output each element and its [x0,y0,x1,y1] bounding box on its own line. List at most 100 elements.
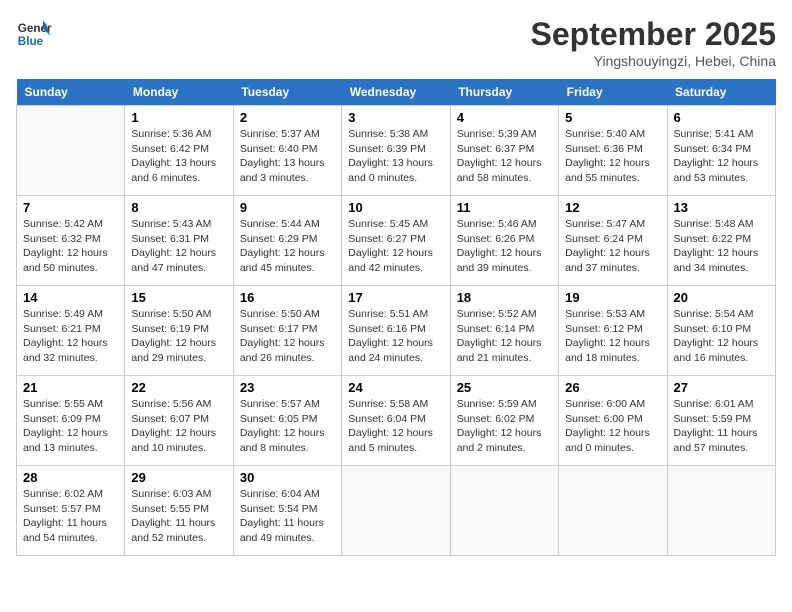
calendar-cell: 25 Sunrise: 5:59 AMSunset: 6:02 PMDayligh… [450,376,558,466]
date-number: 23 [240,380,335,395]
cell-details: Sunrise: 5:52 AMSunset: 6:14 PMDaylight:… [457,307,552,366]
cell-details: Sunrise: 5:41 AMSunset: 6:34 PMDaylight:… [674,127,769,186]
cell-details: Sunrise: 5:53 AMSunset: 6:12 PMDaylight:… [565,307,660,366]
day-header-thursday: Thursday [450,79,558,106]
cell-details: Sunrise: 5:36 AMSunset: 6:42 PMDaylight:… [131,127,226,186]
day-header-sunday: Sunday [17,79,125,106]
calendar-cell: 16 Sunrise: 5:50 AMSunset: 6:17 PMDayligh… [233,286,341,376]
cell-details: Sunrise: 5:43 AMSunset: 6:31 PMDaylight:… [131,217,226,276]
cell-details: Sunrise: 5:56 AMSunset: 6:07 PMDaylight:… [131,397,226,456]
calendar-cell [17,106,125,196]
day-header-saturday: Saturday [667,79,775,106]
cell-details: Sunrise: 5:44 AMSunset: 6:29 PMDaylight:… [240,217,335,276]
calendar-cell: 12 Sunrise: 5:47 AMSunset: 6:24 PMDayligh… [559,196,667,286]
date-number: 1 [131,110,226,125]
date-number: 21 [23,380,118,395]
date-number: 28 [23,470,118,485]
calendar-cell: 3Sunrise: 5:38 AMSunset: 6:39 PMDaylight… [342,106,450,196]
calendar-cell: 22 Sunrise: 5:56 AMSunset: 6:07 PMDayligh… [125,376,233,466]
location-subtitle: Yingshouyingzi, Hebei, China [531,53,776,69]
date-number: 2 [240,110,335,125]
cell-details: Sunrise: 5:57 AMSunset: 6:05 PMDaylight:… [240,397,335,456]
date-number: 11 [457,200,552,215]
calendar-cell: 8Sunrise: 5:43 AMSunset: 6:31 PMDaylight… [125,196,233,286]
date-number: 24 [348,380,443,395]
date-number: 20 [674,290,769,305]
date-number: 5 [565,110,660,125]
calendar-cell: 26 Sunrise: 6:00 AMSunset: 6:00 PMDayligh… [559,376,667,466]
week-row-5: 28 Sunrise: 6:02 AMSunset: 5:57 PMDayligh… [17,466,776,556]
calendar-cell: 21Sunrise: 5:55 AMSunset: 6:09 PMDayligh… [17,376,125,466]
calendar-cell: 11Sunrise: 5:46 AMSunset: 6:26 PMDayligh… [450,196,558,286]
date-number: 25 [457,380,552,395]
cell-details: Sunrise: 6:04 AMSunset: 5:54 PMDaylight:… [240,487,335,546]
date-number: 22 [131,380,226,395]
cell-details: Sunrise: 6:00 AMSunset: 6:00 PMDaylight:… [565,397,660,456]
calendar-cell: 7Sunrise: 5:42 AMSunset: 6:32 PMDaylight… [17,196,125,286]
calendar-cell: 15 Sunrise: 5:50 AMSunset: 6:19 PMDayligh… [125,286,233,376]
date-number: 4 [457,110,552,125]
calendar-cell: 27 Sunrise: 6:01 AMSunset: 5:59 PMDayligh… [667,376,775,466]
date-number: 15 [131,290,226,305]
date-number: 30 [240,470,335,485]
date-number: 12 [565,200,660,215]
calendar-cell: 18Sunrise: 5:52 AMSunset: 6:14 PMDayligh… [450,286,558,376]
calendar-cell: 6Sunrise: 5:41 AMSunset: 6:34 PMDaylight… [667,106,775,196]
date-number: 27 [674,380,769,395]
cell-details: Sunrise: 5:54 AMSunset: 6:10 PMDaylight:… [674,307,769,366]
cell-details: Sunrise: 5:49 AMSunset: 6:21 PMDaylight:… [23,307,118,366]
week-row-3: 14 Sunrise: 5:49 AMSunset: 6:21 PMDayligh… [17,286,776,376]
calendar-cell: 14 Sunrise: 5:49 AMSunset: 6:21 PMDayligh… [17,286,125,376]
calendar-cell: 19 Sunrise: 5:53 AMSunset: 6:12 PMDayligh… [559,286,667,376]
title-section: September 2025 Yingshouyingzi, Hebei, Ch… [531,16,776,69]
date-number: 13 [674,200,769,215]
calendar-cell: 17 Sunrise: 5:51 AMSunset: 6:16 PMDayligh… [342,286,450,376]
calendar-cell: 9 Sunrise: 5:44 AMSunset: 6:29 PMDaylight… [233,196,341,286]
date-number: 17 [348,290,443,305]
calendar-cell: 30 Sunrise: 6:04 AMSunset: 5:54 PMDayligh… [233,466,341,556]
cell-details: Sunrise: 6:03 AMSunset: 5:55 PMDaylight:… [131,487,226,546]
date-number: 16 [240,290,335,305]
cell-details: Sunrise: 5:51 AMSunset: 6:16 PMDaylight:… [348,307,443,366]
cell-details: Sunrise: 5:42 AMSunset: 6:32 PMDaylight:… [23,217,118,276]
calendar-cell: 29Sunrise: 6:03 AMSunset: 5:55 PMDayligh… [125,466,233,556]
calendar-cell: 20 Sunrise: 5:54 AMSunset: 6:10 PMDayligh… [667,286,775,376]
calendar-cell [450,466,558,556]
date-number: 26 [565,380,660,395]
cell-details: Sunrise: 6:02 AMSunset: 5:57 PMDaylight:… [23,487,118,546]
cell-details: Sunrise: 5:45 AMSunset: 6:27 PMDaylight:… [348,217,443,276]
calendar-cell: 1 Sunrise: 5:36 AMSunset: 6:42 PMDaylight… [125,106,233,196]
calendar-table: SundayMondayTuesdayWednesdayThursdayFrid… [16,79,776,556]
calendar-cell [342,466,450,556]
cell-details: Sunrise: 5:50 AMSunset: 6:19 PMDaylight:… [131,307,226,366]
calendar-cell: 10 Sunrise: 5:45 AMSunset: 6:27 PMDayligh… [342,196,450,286]
day-header-wednesday: Wednesday [342,79,450,106]
week-row-2: 7Sunrise: 5:42 AMSunset: 6:32 PMDaylight… [17,196,776,286]
month-title: September 2025 [531,16,776,53]
calendar-cell: 13Sunrise: 5:48 AMSunset: 6:22 PMDayligh… [667,196,775,286]
calendar-cell [559,466,667,556]
cell-details: Sunrise: 5:59 AMSunset: 6:02 PMDaylight:… [457,397,552,456]
svg-text:Blue: Blue [18,35,44,48]
cell-details: Sunrise: 5:47 AMSunset: 6:24 PMDaylight:… [565,217,660,276]
date-number: 14 [23,290,118,305]
day-header-monday: Monday [125,79,233,106]
cell-details: Sunrise: 5:50 AMSunset: 6:17 PMDaylight:… [240,307,335,366]
calendar-cell: 2Sunrise: 5:37 AMSunset: 6:40 PMDaylight… [233,106,341,196]
calendar-cell: 23 Sunrise: 5:57 AMSunset: 6:05 PMDayligh… [233,376,341,466]
week-row-4: 21Sunrise: 5:55 AMSunset: 6:09 PMDayligh… [17,376,776,466]
date-number: 19 [565,290,660,305]
cell-details: Sunrise: 5:40 AMSunset: 6:36 PMDaylight:… [565,127,660,186]
calendar-cell: 28 Sunrise: 6:02 AMSunset: 5:57 PMDayligh… [17,466,125,556]
calendar-cell: 24 Sunrise: 5:58 AMSunset: 6:04 PMDayligh… [342,376,450,466]
day-header-row: SundayMondayTuesdayWednesdayThursdayFrid… [17,79,776,106]
calendar-cell: 4 Sunrise: 5:39 AMSunset: 6:37 PMDaylight… [450,106,558,196]
cell-details: Sunrise: 5:58 AMSunset: 6:04 PMDaylight:… [348,397,443,456]
date-number: 9 [240,200,335,215]
date-number: 3 [348,110,443,125]
page-header: General Blue September 2025 Yingshouying… [16,16,776,69]
date-number: 10 [348,200,443,215]
cell-details: Sunrise: 5:39 AMSunset: 6:37 PMDaylight:… [457,127,552,186]
week-row-1: 1 Sunrise: 5:36 AMSunset: 6:42 PMDaylight… [17,106,776,196]
cell-details: Sunrise: 6:01 AMSunset: 5:59 PMDaylight:… [674,397,769,456]
